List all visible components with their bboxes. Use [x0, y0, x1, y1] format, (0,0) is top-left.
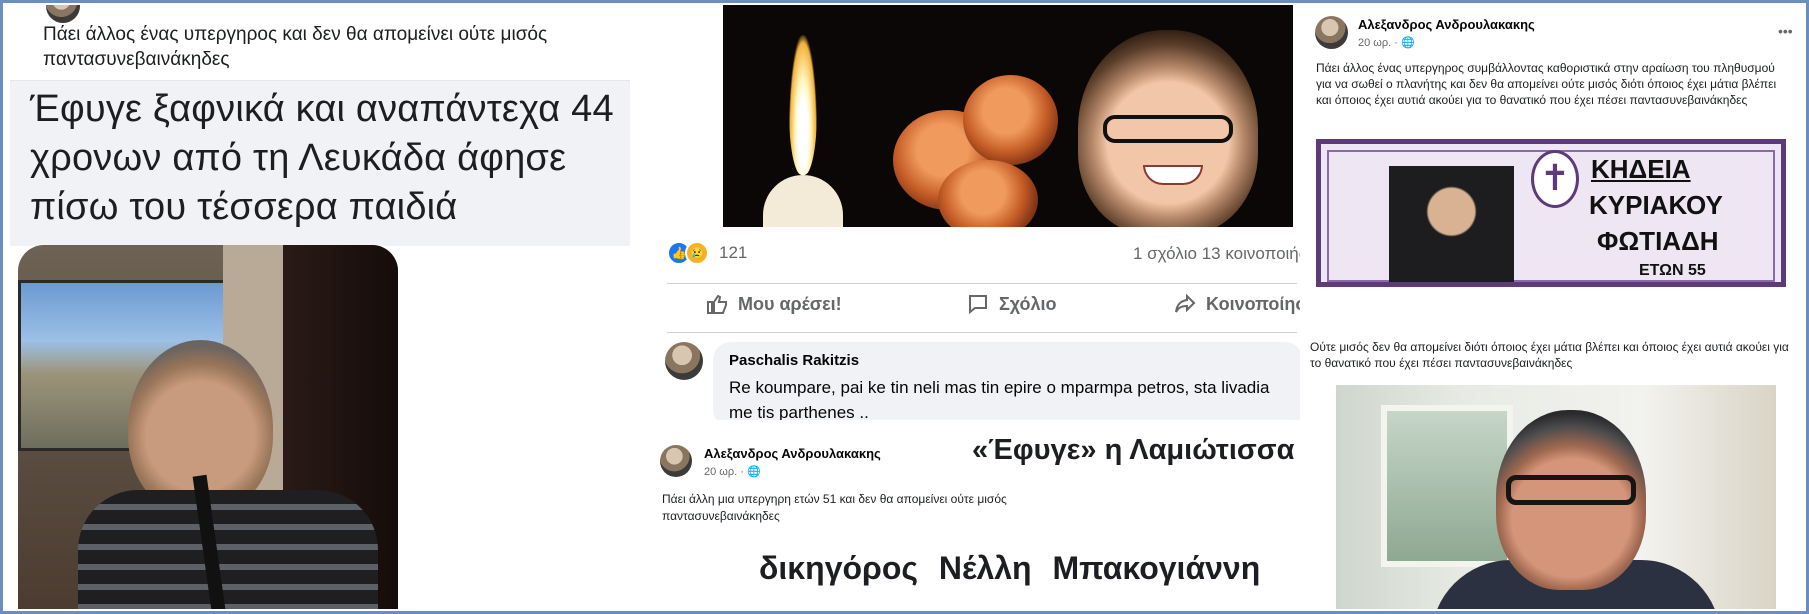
lower-post: Αλεξανδρος Ανδρουλακακης 20 ωρ. · 🌐 «Έφυ… [656, 420, 1306, 610]
comment-text: Re koumpare, pai ke tin neli mas tin epi… [729, 378, 1270, 422]
avatar[interactable] [46, 5, 80, 23]
left-post: Πάει άλλος ένας υπεργηρος και δεν θα απο… [10, 5, 630, 609]
comments-shares-count[interactable]: 1 σχόλιο 13 κοινοποιήσεις [1133, 244, 1306, 264]
glasses [1506, 475, 1636, 505]
like-label: Μου αρέσει! [738, 293, 842, 314]
notice-age: ΕΤΩΝ 55 [1639, 262, 1706, 279]
comment-icon [969, 295, 987, 315]
post-headline: Έφυγε ξαφνικά και αναπάντεχα 44 χρονων α… [30, 88, 614, 228]
globe-icon: 🌐 [746, 466, 761, 478]
sad-reaction-icon: 😢 [685, 241, 709, 265]
window [1381, 405, 1513, 567]
share-icon [1175, 293, 1196, 313]
post-time-label: 20 ωρ. · [704, 466, 747, 478]
thumbs-up-icon [707, 294, 727, 314]
divider [667, 283, 1297, 284]
share-label: Κοινοποίηση [1206, 293, 1306, 314]
deceased-photo [1389, 166, 1514, 282]
headline-box[interactable]: Έφυγε ξαφνικά και αναπάντεχα 44 χρονων α… [10, 81, 630, 246]
reactions-summary[interactable]: 👍 😢 121 [667, 241, 747, 265]
glasses [1103, 115, 1233, 143]
article-headline: δικηγόρος Νέλλη Μπακογιάννη [759, 550, 1261, 586]
post-time: 20 ωρ. · 🌐 [704, 465, 761, 478]
post-time-label: 20 ωρ. · [1358, 37, 1401, 49]
reaction-count: 121 [719, 243, 748, 262]
post-photo[interactable] [1336, 385, 1776, 609]
notice-title: ΚΗΔΕΙΑ [1591, 154, 1691, 184]
comment-bubble: Paschalis Rakitzis Re koumpare, pai ke t… [713, 342, 1303, 427]
divider [667, 332, 1297, 333]
notice-last-name: ΦΩΤΙΑΔΗ [1597, 226, 1719, 256]
notice-first-name: ΚΥΡΙΑΚΟΥ [1589, 190, 1723, 220]
rose [963, 75, 1058, 165]
post-time: 20 ωρ. · 🌐 [1358, 36, 1415, 49]
second-post-text: Ούτε μισός δεν θα απομείνει διότι όποιος… [1310, 340, 1789, 370]
author-name[interactable]: Αλεξανδρος Ανδρουλακακης [704, 446, 881, 461]
like-button[interactable]: Μου αρέσει! [705, 292, 842, 316]
comment-author[interactable]: Paschalis Rakitzis [729, 352, 859, 369]
cross-icon: ✝ [1531, 150, 1579, 208]
post-image[interactable] [723, 5, 1293, 227]
candle-flame [789, 35, 817, 175]
commenter-avatar[interactable] [665, 342, 703, 380]
avatar[interactable] [660, 445, 692, 477]
right-post: Αλεξανδρος Ανδρουλακακης 20 ωρ. · 🌐 ••• … [1300, 5, 1800, 609]
globe-icon: 🌐 [1400, 37, 1415, 49]
more-options-icon[interactable]: ••• [1778, 23, 1793, 39]
post-text: Πάει άλλος ένας υπεργηρος συμβάλλοντας κ… [1316, 61, 1777, 107]
share-button[interactable]: Κοινοποίηση [1173, 292, 1306, 316]
comment-label: Σχόλιο [999, 293, 1057, 314]
candle [763, 175, 843, 227]
avatar[interactable] [1315, 16, 1348, 49]
author-name[interactable]: Αλεξανδρος Ανδρουλακακης [1358, 17, 1535, 32]
post-text: Πάει άλλος ένας υπεργηρος και δεν θα απο… [43, 24, 548, 70]
person-body [78, 490, 378, 609]
comment-button[interactable]: Σχόλιο [966, 292, 1057, 316]
article-title: «Έφυγε» η Λαμιώτισσα [972, 434, 1295, 466]
funeral-notice-image[interactable]: ✝ ΚΗΔΕΙΑ ΚΥΡΙΑΚΟΥ ΦΩΤΙΑΔΗ ΕΤΩΝ 55 [1316, 139, 1786, 287]
rose [938, 160, 1038, 227]
post-photo[interactable] [18, 245, 398, 609]
post-text: Πάει άλλη μια υπεργηρη ετών 51 και δεν θ… [662, 492, 1007, 523]
